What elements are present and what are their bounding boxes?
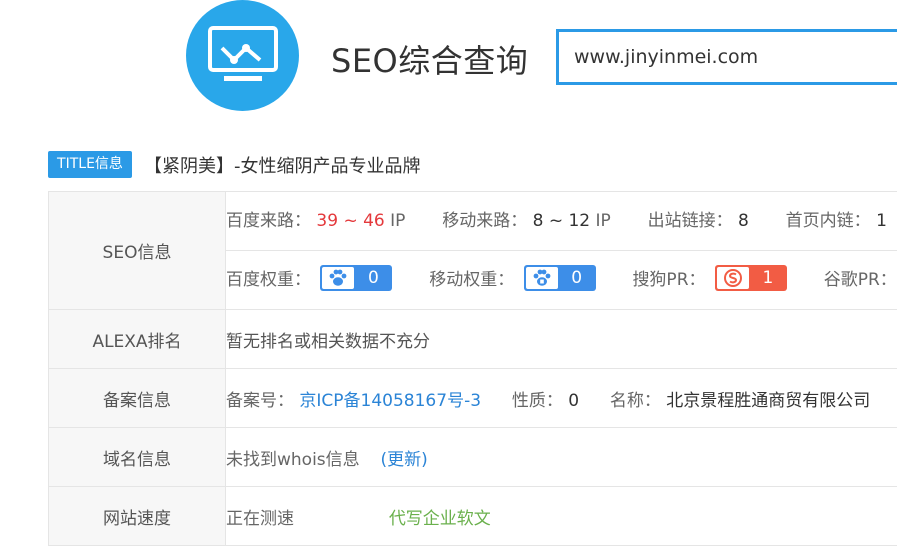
icp-name-value: 北京景程胜通商贸有限公司 bbox=[666, 391, 870, 411]
icp-row: 备案信息 备案号： 京ICP备14058167号-3 性质： 0 名称： 北京景… bbox=[49, 369, 897, 428]
speed-label: 网站速度 bbox=[49, 487, 226, 546]
baidu-weight-value: 0 bbox=[354, 265, 392, 291]
title-info-badge: TITLE信息 bbox=[48, 151, 132, 178]
mobile-traffic-value: 8 ~ 12 bbox=[533, 211, 591, 231]
icp-number-label: 备案号： bbox=[226, 391, 294, 411]
icp-type-label: 性质： bbox=[512, 391, 563, 411]
baidu-traffic-label: 百度来路： bbox=[226, 211, 311, 231]
sogou-pr-badge[interactable]: 1 bbox=[715, 265, 787, 291]
seo-info-label: SEO信息 bbox=[49, 192, 226, 310]
mobile-weight-label: 移动权重： bbox=[429, 270, 514, 290]
site-title-text: 【紧阴美】-女性缩阴产品专业品牌 bbox=[144, 152, 421, 178]
seo-info-row: SEO信息 百度来路： 39 ~ 46 IP 移动来路： 8 ~ 12 IP 出… bbox=[49, 192, 897, 310]
seo-info-value: 百度来路： 39 ~ 46 IP 移动来路： 8 ~ 12 IP 出站链接： 8… bbox=[226, 192, 897, 310]
baidu-traffic-unit: IP bbox=[390, 211, 405, 231]
domain-row: 域名信息 未找到whois信息 (更新) bbox=[49, 428, 897, 487]
homepage-links-value[interactable]: 1 bbox=[876, 211, 887, 231]
alexa-value: 暂无排名或相关数据不充分 bbox=[226, 310, 897, 369]
sogou-pr-value: 1 bbox=[749, 265, 787, 291]
outbound-links-value[interactable]: 8 bbox=[738, 211, 749, 231]
google-pr-label: 谷歌PR： bbox=[824, 270, 897, 290]
speed-row: 网站速度 正在测速 代写企业软文 bbox=[49, 487, 897, 546]
alexa-row: ALEXA排名 暂无排名或相关数据不充分 bbox=[49, 310, 897, 369]
ad-link[interactable]: 代写企业软文 bbox=[389, 509, 491, 529]
seo-info-table: SEO信息 百度来路： 39 ~ 46 IP 移动来路： 8 ~ 12 IP 出… bbox=[48, 191, 897, 546]
mobile-traffic-unit: IP bbox=[596, 211, 611, 231]
icp-type-value: 0 bbox=[568, 391, 579, 411]
domain-search-input[interactable] bbox=[559, 32, 897, 82]
homepage-links-label: 首页内链： bbox=[786, 211, 871, 231]
traffic-line: 百度来路： 39 ~ 46 IP 移动来路： 8 ~ 12 IP 出站链接： 8… bbox=[226, 192, 897, 250]
baidu-weight-label: 百度权重： bbox=[226, 270, 311, 290]
icp-value: 备案号： 京ICP备14058167号-3 性质： 0 名称： 北京景程胜通商贸… bbox=[226, 369, 897, 428]
domain-label: 域名信息 bbox=[49, 428, 226, 487]
sogou-logo-icon bbox=[717, 267, 749, 289]
icp-label: 备案信息 bbox=[49, 369, 226, 428]
speed-status: 正在测速 bbox=[226, 509, 294, 529]
speed-value: 正在测速 代写企业软文 bbox=[226, 487, 897, 546]
domain-search-box[interactable] bbox=[556, 29, 897, 85]
mobile-traffic-label: 移动来路： bbox=[442, 211, 527, 231]
icp-name-label: 名称： bbox=[610, 391, 661, 411]
page-title: SEO综合查询 bbox=[331, 36, 528, 82]
domain-value: 未找到whois信息 (更新) bbox=[226, 428, 897, 487]
whois-refresh-link[interactable]: (更新) bbox=[380, 450, 427, 470]
sogou-pr-label: 搜狗PR： bbox=[632, 270, 705, 290]
baidu-weight-badge[interactable]: 0 bbox=[320, 265, 392, 291]
mobile-weight-value: 0 bbox=[558, 265, 596, 291]
logo bbox=[186, 0, 299, 111]
baidu-paw-icon bbox=[322, 267, 354, 289]
whois-status: 未找到whois信息 bbox=[226, 450, 360, 470]
alexa-label: ALEXA排名 bbox=[49, 310, 226, 369]
monitor-chart-icon bbox=[208, 26, 278, 84]
mobile-baidu-paw-icon bbox=[526, 267, 558, 289]
icp-number-link[interactable]: 京ICP备14058167号-3 bbox=[299, 391, 481, 411]
mobile-weight-badge[interactable]: 0 bbox=[524, 265, 596, 291]
baidu-traffic-value[interactable]: 39 ~ 46 bbox=[316, 211, 384, 231]
outbound-links-label: 出站链接： bbox=[648, 211, 733, 231]
weight-line: 百度权重： 0 移动权重： 0 搜狗PR： bbox=[226, 250, 897, 309]
